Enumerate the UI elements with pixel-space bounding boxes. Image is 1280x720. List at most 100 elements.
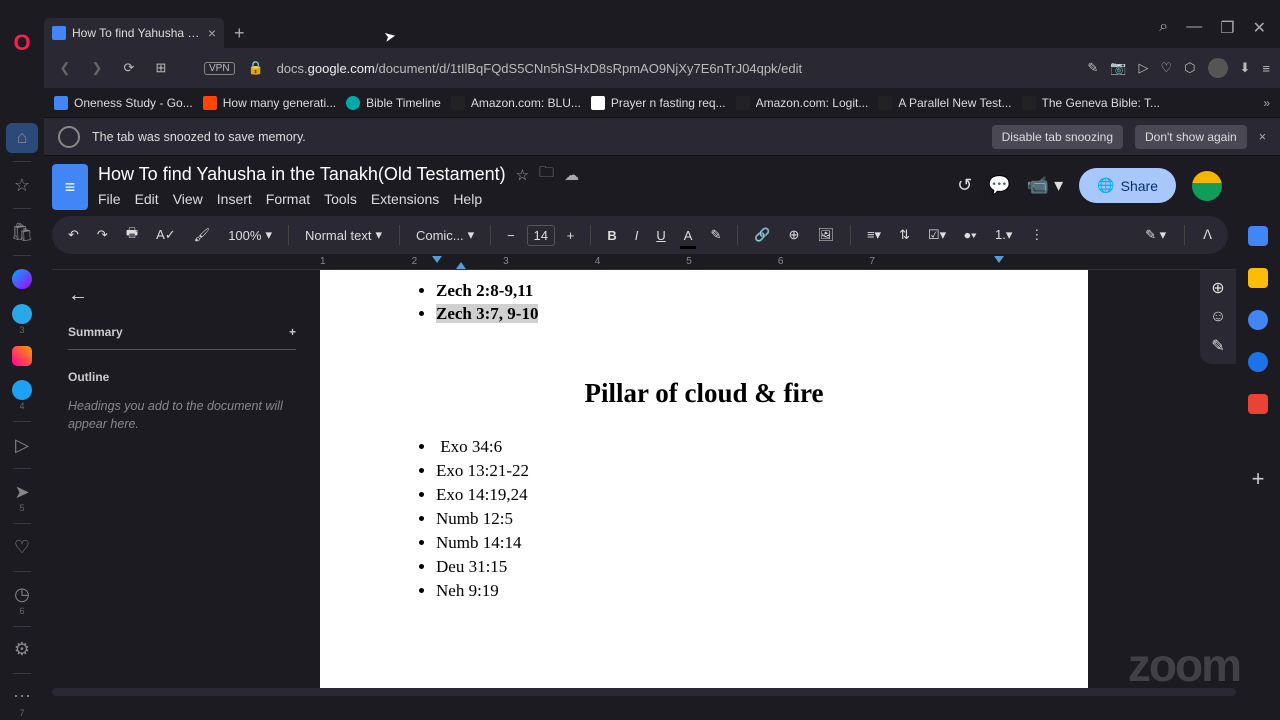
undo-button[interactable]: ↶ (62, 223, 85, 247)
opera-logo-icon[interactable]: O (6, 28, 38, 58)
settings-icon[interactable]: ⚙ (6, 635, 38, 665)
shopping-icon[interactable]: 🛍 (6, 217, 38, 247)
list-item[interactable]: Numb 12:5 (436, 509, 1024, 529)
text-color-button[interactable]: A (678, 224, 699, 247)
messenger-icon[interactable] (6, 264, 38, 294)
list-item[interactable]: Deu 31:15 (436, 557, 1024, 577)
image-button[interactable]: 🖼 (811, 223, 840, 247)
add-summary-button[interactable]: + (289, 325, 296, 339)
zoom-dropdown[interactable]: 100%▾ (222, 223, 278, 247)
line-spacing-button[interactable]: ⇅ (893, 223, 916, 247)
document-page[interactable]: Zech 2:8-9,11 Zech 3:7, 9-10 Pillar of c… (320, 270, 1088, 688)
decrease-font-button[interactable]: − (501, 224, 521, 247)
instagram-icon[interactable] (6, 341, 38, 371)
spellcheck-button[interactable]: A✓ (150, 223, 182, 247)
comment-button[interactable]: ⊕ (783, 223, 806, 247)
menu-file[interactable]: File (98, 191, 121, 207)
menu-help[interactable]: Help (453, 191, 482, 207)
calendar-icon[interactable] (1248, 226, 1268, 246)
close-window-icon[interactable]: ✕ (1253, 18, 1266, 38)
forward-button[interactable]: ❯ (86, 57, 108, 79)
menu-view[interactable]: View (173, 191, 203, 207)
new-tab-button[interactable]: + (224, 18, 255, 48)
user-avatar[interactable] (1192, 171, 1222, 201)
move-icon[interactable]: 🗀 (539, 162, 554, 187)
vpn-badge[interactable]: VPN (204, 62, 235, 75)
meet-icon[interactable]: 📹 ▾ (1027, 175, 1063, 196)
bookmarks-overflow-icon[interactable]: » (1263, 96, 1270, 110)
numbered-list-button[interactable]: 1.▾ (989, 223, 1018, 247)
emoji-icon[interactable]: ☺ (1210, 308, 1226, 326)
contacts-icon[interactable] (1248, 352, 1268, 372)
more-tools-button[interactable]: ⋮ (1024, 223, 1049, 247)
maximize-icon[interactable]: ❐ (1220, 18, 1234, 38)
editing-mode-button[interactable]: ✎ ▾ (1139, 223, 1172, 247)
heart-icon[interactable]: ♡ (1160, 60, 1172, 76)
redo-button[interactable]: ↷ (91, 223, 114, 247)
search-icon[interactable]: ⌕ (1159, 18, 1168, 38)
tab-close-icon[interactable]: × (208, 25, 216, 41)
edit-icon[interactable]: ✎ (1087, 60, 1098, 76)
bookmark-item[interactable]: Bible Timeline (346, 96, 441, 110)
tasks-icon[interactable] (1248, 310, 1268, 330)
underline-button[interactable]: U (650, 224, 671, 247)
list-item[interactable]: Exo 34:6 (436, 437, 1024, 457)
list-item[interactable]: Numb 14:14 (436, 533, 1024, 553)
bold-button[interactable]: B (601, 224, 622, 247)
cloud-icon[interactable]: ☁ (564, 166, 579, 184)
reload-button[interactable]: ⟳ (118, 57, 140, 79)
align-button[interactable]: ≡▾ (861, 223, 887, 247)
menu-insert[interactable]: Insert (217, 191, 252, 207)
italic-button[interactable]: I (629, 224, 645, 247)
disable-snooze-button[interactable]: Disable tab snoozing (992, 125, 1123, 149)
bookmark-item[interactable]: How many generati... (203, 96, 336, 110)
menu-tools[interactable]: Tools (324, 191, 357, 207)
paint-format-button[interactable]: 🖌 (188, 223, 217, 247)
font-dropdown[interactable]: Comic...▾ (410, 223, 480, 247)
home-icon[interactable]: ⌂ (6, 123, 38, 153)
bookmark-item[interactable]: A Parallel New Test... (878, 96, 1011, 110)
snooze-close-icon[interactable]: × (1259, 130, 1266, 144)
suggest-icon[interactable]: ✎ (1211, 336, 1224, 356)
cube-icon[interactable]: ⬡ (1184, 60, 1195, 76)
add-comment-icon[interactable]: ⊕ (1211, 278, 1224, 298)
player-icon[interactable]: ▷ (6, 430, 38, 460)
download-icon[interactable]: ⬇ (1240, 60, 1251, 76)
bookmark-item[interactable]: Prayer n fasting req... (591, 96, 726, 110)
maps-icon[interactable] (1248, 394, 1268, 414)
list-item[interactable]: Exo 14:19,24 (436, 485, 1024, 505)
indent-marker-icon[interactable] (994, 256, 1004, 263)
font-size-input[interactable]: 14 (527, 225, 555, 246)
menu-edit[interactable]: Edit (135, 191, 159, 207)
menu-extensions[interactable]: Extensions (371, 191, 439, 207)
menu-format[interactable]: Format (266, 191, 310, 207)
lock-icon[interactable]: 🔒 (245, 57, 267, 79)
star-icon[interactable]: ☆ (6, 170, 38, 200)
list-item[interactable]: Exo 13:21-22 (436, 461, 1024, 481)
bullet-list-button[interactable]: ⦁▾ (958, 223, 983, 247)
increase-font-button[interactable]: + (561, 224, 581, 247)
apps-icon[interactable]: ⊞ (150, 57, 172, 79)
heart-icon[interactable]: ♡ (6, 532, 38, 562)
minimize-icon[interactable]: — (1186, 18, 1202, 38)
url-field[interactable]: docs.google.com/document/d/1tIlBqFQdS5CN… (277, 61, 1078, 76)
back-button[interactable]: ❮ (54, 57, 76, 79)
checklist-button[interactable]: ☑▾ (922, 223, 952, 247)
indent-marker-icon[interactable] (456, 262, 466, 269)
style-dropdown[interactable]: Normal text▾ (299, 223, 389, 247)
link-button[interactable]: 🔗 (748, 223, 776, 247)
outline-back-icon[interactable]: ← (68, 284, 88, 307)
print-button[interactable]: 🖶 (120, 220, 144, 250)
horizontal-scrollbar[interactable] (52, 688, 1236, 696)
profile-icon[interactable] (1208, 58, 1228, 78)
list-item[interactable]: Zech 3:7, 9-10 (436, 304, 1024, 324)
collapse-toolbar-button[interactable]: ᐱ (1197, 223, 1218, 247)
send-icon[interactable]: ▷ (1138, 60, 1148, 76)
docs-logo-icon[interactable]: ≡ (52, 164, 88, 210)
section-heading[interactable]: Pillar of cloud & fire (384, 378, 1024, 409)
bookmark-item[interactable]: The Geneva Bible: T... (1022, 96, 1161, 110)
browser-tab[interactable]: How To find Yahusha in the × (44, 18, 224, 48)
bookmark-item[interactable]: Oneness Study - Go... (54, 96, 193, 110)
ruler[interactable]: 1234567 (52, 254, 1236, 270)
comments-icon[interactable]: 💬 (988, 175, 1010, 196)
